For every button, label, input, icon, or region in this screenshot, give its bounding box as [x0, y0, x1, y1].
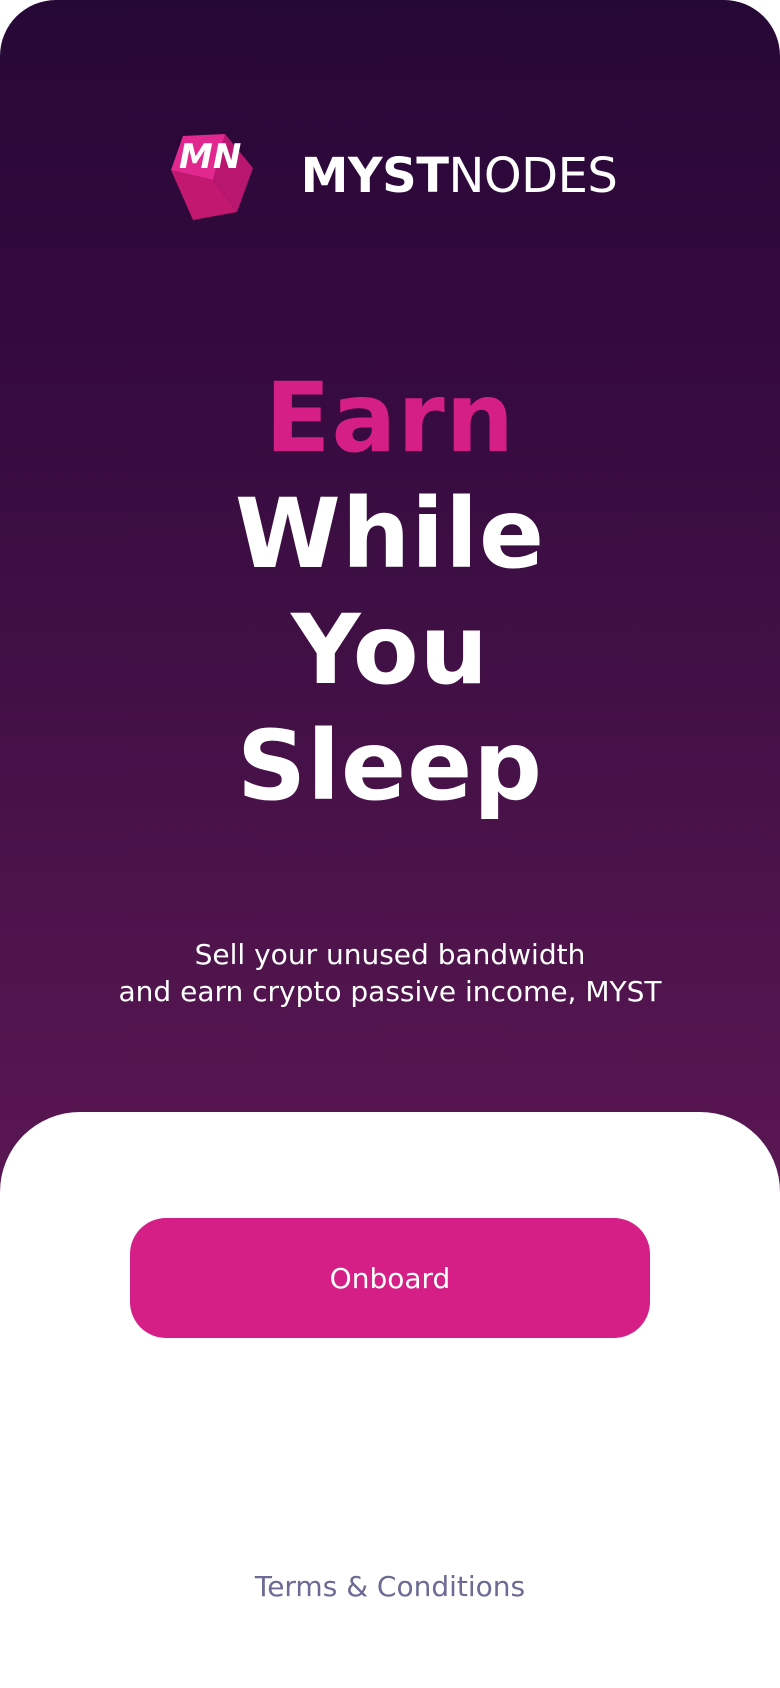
hero-background: MN MYST NODES Earn While You Sleep Sell … — [0, 0, 780, 1200]
headline-line-4: Sleep — [237, 710, 543, 822]
brand-name-bold: MYST — [300, 148, 449, 204]
subtitle-line-1: Sell your unused bandwidth — [194, 938, 586, 971]
logo-letters: MN — [179, 137, 241, 177]
onboarding-screen: MN MYST NODES Earn While You Sleep Sell … — [0, 0, 780, 1688]
terms-link[interactable]: Terms & Conditions — [0, 1570, 780, 1603]
brand-name-thin: NODES — [448, 148, 618, 204]
brand-header: MN MYST NODES — [0, 128, 780, 224]
brand-name: MYST NODES — [301, 148, 618, 204]
subtitle: Sell your unused bandwidth and earn cryp… — [0, 936, 780, 1010]
onboard-button[interactable]: Onboard — [130, 1218, 650, 1338]
headline-line-2: While — [234, 478, 546, 590]
headline: Earn While You Sleep — [0, 360, 780, 824]
headline-line-3: You — [291, 594, 489, 706]
subtitle-line-2: and earn crypto passive income, MYST — [118, 975, 662, 1008]
headline-line-1: Earn — [264, 362, 516, 474]
mystnodes-cube-icon: MN — [170, 134, 253, 220]
